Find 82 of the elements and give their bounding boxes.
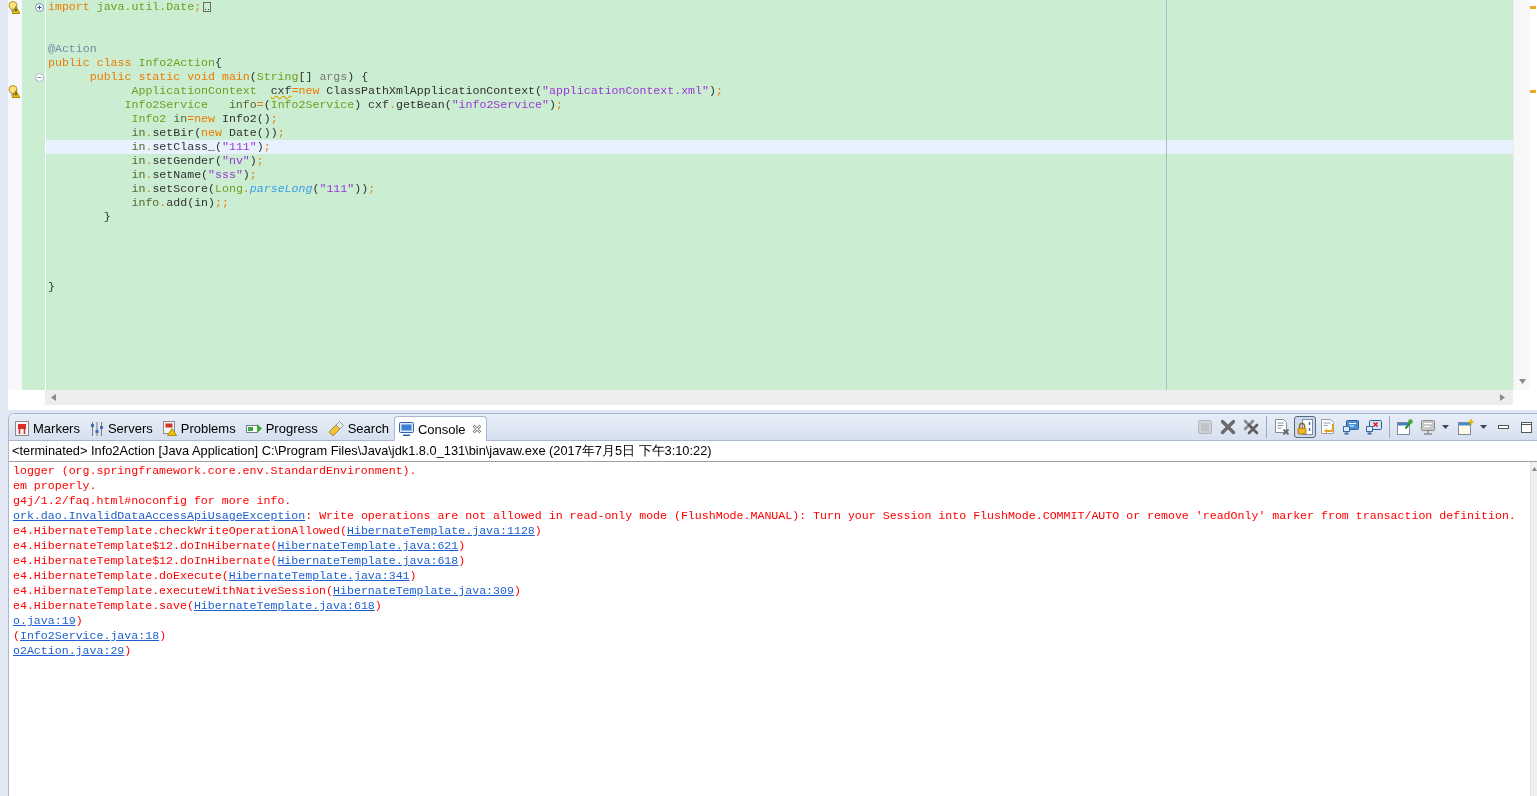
source-link[interactable]: HibernateTemplate.java:1128 [346,524,535,537]
view-tab[interactable]: Markers [10,416,85,440]
view-tab[interactable]: Search [322,416,394,440]
progress-bar-icon [245,423,262,434]
right-arrow-icon [1500,394,1505,401]
collapse-icon[interactable] [35,72,44,82]
expand-icon[interactable] [35,2,44,12]
console-line: (Info2Service.java:18) [13,628,167,643]
console-line: e4.HibernateTemplate.executeWithNativeSession(HibernateTemplate.java:309) [13,583,521,598]
document-cross-icon [1274,419,1290,435]
source-link[interactable]: HibernateTemplate.java:621 [277,539,459,552]
view-tab[interactable]: Servers [84,416,158,440]
code-line: Info2Service info=(Info2Service) cxf.getBean("info2Service"); [124,98,563,112]
monitor-icon [398,422,414,436]
code-line: in.setGender("nv"); [131,154,264,168]
console-line: e4.HibernateTemplate.save(HibernateTemplate.java:618) [13,598,382,613]
code-line: in.setBir(new Date()); [131,126,285,140]
monitor-message-icon [1343,419,1359,435]
view-tab[interactable]: Progress [240,416,323,440]
code-line: Info2 in=new Info2(); [131,112,278,126]
console-line: ork.dao.InvalidDataAccessApiUsageException: Write operations are not allowed in read-only mode (FlushMode.MANUAL): Turn your Session into FlushMode.COMMIT/AUTO or remove 'readOnly' marker from transaction definition. [13,508,1516,523]
source-link[interactable]: o2Action.java:29 [13,644,125,657]
console-line: o.java:19) [13,613,83,628]
vertical-scrollbar[interactable] [1530,462,1537,796]
source-link[interactable]: ork.dao.InvalidDataAccessApiUsageException [13,509,306,522]
cross-icon [1220,419,1236,435]
left-arrow-icon [51,394,56,401]
code-line: info.add(in);; [131,196,229,210]
ellipsis-box-icon[interactable] [203,2,212,12]
padlock-document-icon [1297,419,1313,435]
code-line: @Action [48,42,97,56]
code-line: in.setScore(Long.parseLong("111")); [131,182,376,196]
open-console-button[interactable] [1455,416,1477,438]
view-tab[interactable]: Problems [157,416,241,440]
document-warning-icon [162,421,177,436]
console-line: em properly. [13,478,97,493]
console-line: g4j/1.2/faq.html#noconfig for more info. [13,493,292,508]
source-link[interactable]: Info2Service.java:18 [19,629,160,642]
window-pin-icon [1397,419,1413,435]
code-line: public static void main(String[] args) { [89,70,369,84]
code-line: ApplicationContext cxf=new ClassPathXmlApplicationContext("applicationContext.xml"); [131,84,723,98]
maximize-icon [1521,421,1532,433]
view-tab[interactable]: Console [393,416,487,441]
document-arrow-icon [1320,419,1336,435]
code-line: } [103,210,111,224]
scroll-lock-button[interactable] [1294,416,1316,438]
horizontal-scrollbar[interactable] [45,390,1513,405]
console-line: e4.HibernateTemplate.doExecute(HibernateTemplate.java:341) [13,568,417,583]
monitor-error-icon [1366,419,1382,435]
caret-down-icon [1442,425,1449,429]
source-link[interactable]: HibernateTemplate.java:618 [193,599,375,612]
dropdown-button[interactable] [1440,422,1451,432]
flashlight-icon [327,420,344,437]
console-line: e4.HibernateTemplate$12.doInHibernate(HibernateTemplate.java:621) [13,538,466,553]
process-label: <terminated> Info2Action [Java Application] C:\Program Files\Java\jdk1.8.0_131\bin\javaw.exe (2017年7月5日 下午3:10:22) [12,442,712,460]
double-cross-icon [1243,419,1259,435]
source-link[interactable]: o.java:19 [13,614,76,627]
document-marker-icon [15,421,29,436]
up-arrow-icon [1531,467,1537,471]
code-line: in.setName("sss"); [131,168,257,182]
minimize-icon [1498,425,1509,429]
down-arrow-icon [1518,379,1526,384]
console-line: e4.HibernateTemplate.checkWriteOperationAllowed(HibernateTemplate.java:1128) [13,523,542,538]
code-line: in.setClass_("111"); [131,140,271,154]
sliders-icon [89,421,104,436]
dropdown-button[interactable] [1478,422,1489,432]
close-icon[interactable] [471,424,482,434]
console-line: e4.HibernateTemplate$12.doInHibernate(HibernateTemplate.java:618) [13,553,466,568]
code-line: public class Info2Action{ [48,56,222,70]
code-line: import java.util.Date; [48,0,202,14]
stop-square-icon [1197,419,1213,435]
source-link[interactable]: HibernateTemplate.java:341 [228,569,410,582]
code-line: } [48,280,55,294]
console-line: o2Action.java:29) [13,643,132,658]
source-link[interactable]: HibernateTemplate.java:618 [277,554,459,567]
vertical-scrollbar[interactable] [1513,0,1530,390]
monitor-icon [1420,419,1436,435]
caret-down-icon [1480,425,1487,429]
source-link[interactable]: HibernateTemplate.java:309 [333,584,514,597]
pin-console-button[interactable] [1394,416,1416,438]
window-plus-icon [1458,419,1474,435]
console-line: logger (org.springframework.core.env.StandardEnvironment). [13,463,417,478]
